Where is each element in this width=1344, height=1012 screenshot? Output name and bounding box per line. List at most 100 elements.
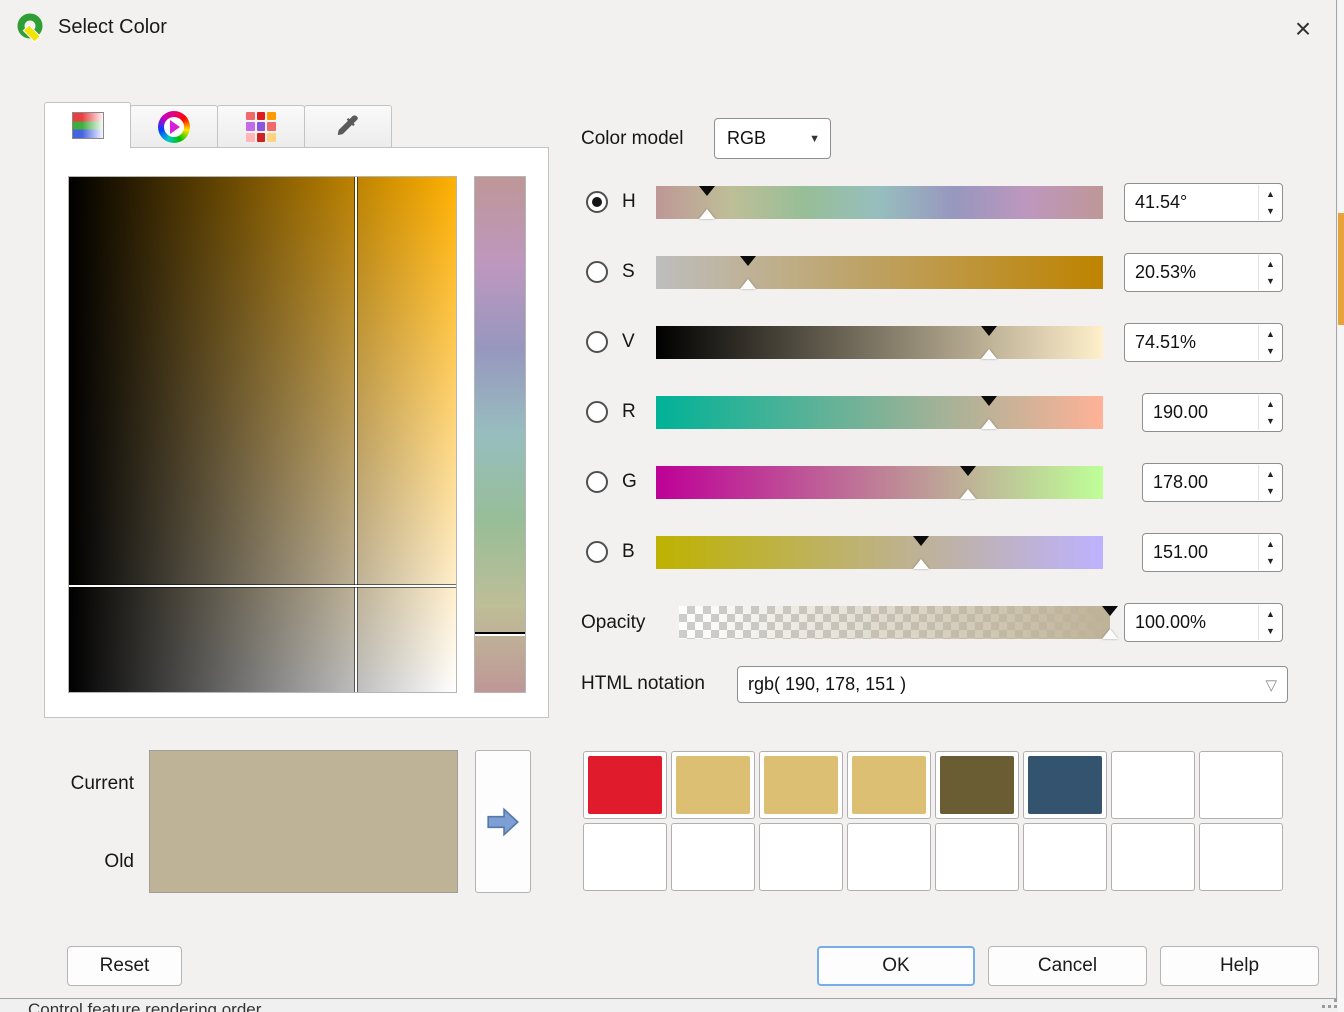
- value-slider[interactable]: [656, 326, 1103, 359]
- add-to-swatches-button[interactable]: [475, 750, 531, 893]
- swatch-cell[interactable]: [847, 751, 931, 819]
- swatch-cell[interactable]: [583, 823, 667, 891]
- old-color-swatch[interactable]: [150, 822, 457, 893]
- hue-strip[interactable]: [474, 176, 526, 693]
- swatch-cell[interactable]: [671, 751, 755, 819]
- html-notation-label: HTML notation: [581, 673, 705, 695]
- slider-marker-top[interactable]: [699, 186, 715, 196]
- close-button[interactable]: ×: [1284, 11, 1322, 47]
- saturation-value: 20.53%: [1135, 254, 1196, 291]
- radio-s[interactable]: [586, 261, 608, 283]
- channel-label-r: R: [622, 401, 636, 423]
- radio-v[interactable]: [586, 331, 608, 353]
- swatch-cell[interactable]: [847, 823, 931, 891]
- swatch-cell[interactable]: [759, 751, 843, 819]
- gradient-box-icon: [72, 112, 104, 139]
- color-model-dropdown[interactable]: RGB ▼: [714, 118, 831, 159]
- hue-slider[interactable]: [656, 186, 1103, 219]
- combo-arrow-icon[interactable]: ▽: [1265, 667, 1277, 702]
- spin-up-button[interactable]: ▲: [1259, 255, 1282, 273]
- swatch-color: [1028, 756, 1102, 814]
- slider-marker-bottom: [913, 559, 929, 569]
- html-notation-input[interactable]: [738, 667, 1243, 702]
- green-slider[interactable]: [656, 466, 1103, 499]
- slider-marker-top[interactable]: [740, 256, 756, 266]
- red-value: 190.00: [1153, 394, 1208, 431]
- underlying-window-edge: [1338, 0, 1344, 1012]
- opacity-slider[interactable]: [679, 606, 1110, 639]
- blue-spinbox[interactable]: 151.00 ▲▼: [1142, 533, 1283, 572]
- swatch-cell[interactable]: [583, 751, 667, 819]
- slider-marker-bottom: [960, 489, 976, 499]
- swatch-cell[interactable]: [1111, 823, 1195, 891]
- tab-color-box[interactable]: [44, 102, 131, 148]
- spin-down-button[interactable]: ▼: [1259, 343, 1282, 361]
- slider-marker-top[interactable]: [981, 396, 997, 406]
- swatch-cell[interactable]: [1199, 751, 1283, 819]
- red-spinbox[interactable]: 190.00 ▲▼: [1142, 393, 1283, 432]
- swatch-cell[interactable]: [671, 823, 755, 891]
- select-color-dialog: Select Color ×: [0, 0, 1337, 999]
- current-label: Current: [40, 773, 134, 795]
- saturation-value-box[interactable]: [68, 176, 457, 693]
- channel-label-s: S: [622, 261, 635, 283]
- spin-down-button[interactable]: ▼: [1259, 413, 1282, 431]
- cancel-button[interactable]: Cancel: [988, 946, 1147, 986]
- saturation-spinbox[interactable]: 20.53% ▲▼: [1124, 253, 1283, 292]
- swatch-cell[interactable]: [1023, 751, 1107, 819]
- slider-marker-top[interactable]: [1102, 606, 1118, 616]
- radio-g[interactable]: [586, 471, 608, 493]
- spin-down-button[interactable]: ▼: [1259, 623, 1282, 641]
- slider-marker-bottom: [699, 209, 715, 219]
- swatch-cell[interactable]: [1111, 751, 1195, 819]
- hue-spinbox[interactable]: 41.54° ▲▼: [1124, 183, 1283, 222]
- slider-marker-top[interactable]: [913, 536, 929, 546]
- swatch-cell[interactable]: [759, 823, 843, 891]
- swatch-color: [676, 756, 750, 814]
- opacity-spinbox[interactable]: 100.00% ▲▼: [1124, 603, 1283, 642]
- spin-up-button[interactable]: ▲: [1259, 325, 1282, 343]
- spin-down-button[interactable]: ▼: [1259, 203, 1282, 221]
- color-preview: [149, 750, 458, 893]
- radio-b[interactable]: [586, 541, 608, 563]
- swatch-cell[interactable]: [935, 751, 1019, 819]
- ok-button[interactable]: OK: [817, 946, 975, 986]
- slider-marker-top[interactable]: [981, 326, 997, 336]
- spin-up-button[interactable]: ▲: [1259, 535, 1282, 553]
- value-spinbox[interactable]: 74.51% ▲▼: [1124, 323, 1283, 362]
- radio-h[interactable]: [586, 191, 608, 213]
- spin-up-button[interactable]: ▲: [1259, 465, 1282, 483]
- swatch-cell[interactable]: [1199, 823, 1283, 891]
- swatch-color: [852, 756, 926, 814]
- spin-up-button[interactable]: ▲: [1259, 395, 1282, 413]
- spin-down-button[interactable]: ▼: [1259, 483, 1282, 501]
- hue-strip-marker[interactable]: [475, 632, 525, 634]
- green-spinbox[interactable]: 178.00 ▲▼: [1142, 463, 1283, 502]
- slider-marker-top[interactable]: [960, 466, 976, 476]
- spin-down-button[interactable]: ▼: [1259, 273, 1282, 291]
- reset-button[interactable]: Reset: [67, 946, 182, 986]
- swatch-cell[interactable]: [1023, 823, 1107, 891]
- radio-r[interactable]: [586, 401, 608, 423]
- old-label: Old: [40, 851, 134, 873]
- resize-grip[interactable]: [1322, 1005, 1325, 1008]
- red-slider[interactable]: [656, 396, 1103, 429]
- sv-cursor-horizontal-line[interactable]: [69, 585, 456, 587]
- spin-up-button[interactable]: ▲: [1259, 185, 1282, 203]
- spin-up-button[interactable]: ▲: [1259, 605, 1282, 623]
- saturation-slider[interactable]: [656, 256, 1103, 289]
- tab-color-wheel[interactable]: [130, 105, 218, 148]
- tab-color-swatches[interactable]: [217, 105, 305, 148]
- help-button[interactable]: Help: [1160, 946, 1319, 986]
- spin-down-button[interactable]: ▼: [1259, 553, 1282, 571]
- channel-label-g: G: [622, 471, 637, 493]
- swatch-color: [764, 756, 838, 814]
- sv-cursor-vertical-line[interactable]: [355, 177, 357, 692]
- tab-color-picker[interactable]: [304, 105, 392, 148]
- underlying-edge-color: [1338, 213, 1344, 325]
- blue-slider[interactable]: [656, 536, 1103, 569]
- dialog-title: Select Color: [58, 16, 167, 39]
- eyedropper-icon: [334, 113, 362, 141]
- swatch-cell[interactable]: [935, 823, 1019, 891]
- screen: Select Color ×: [0, 0, 1344, 1012]
